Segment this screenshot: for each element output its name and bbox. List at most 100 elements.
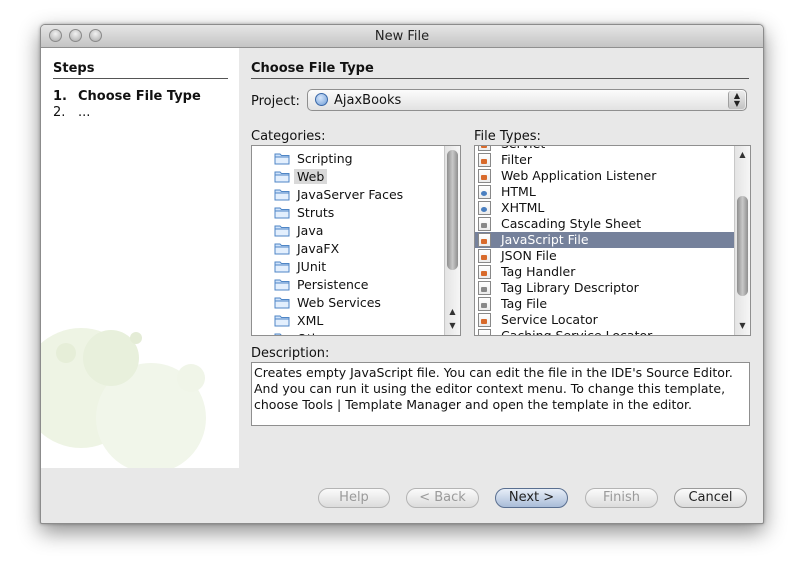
file-type-icon — [478, 249, 491, 263]
scroll-thumb[interactable] — [737, 196, 748, 296]
file-type-label: Tag Handler — [501, 264, 576, 279]
file-type-item[interactable]: JSON File — [475, 248, 734, 264]
file-type-label: Cascading Style Sheet — [501, 216, 642, 231]
file-types-scrollbar[interactable]: ▲ ▼ — [734, 146, 750, 335]
file-type-label: Service Locator — [501, 312, 598, 327]
file-type-item[interactable]: JavaScript File — [475, 232, 734, 248]
category-item[interactable]: JUnit — [252, 258, 444, 276]
folder-icon — [274, 333, 290, 335]
categories-list[interactable]: Scripting Web JavaServer Faces Struts Java Ja… — [251, 145, 461, 336]
file-type-item[interactable]: Filter — [475, 152, 734, 168]
step-number: 2. — [53, 105, 66, 120]
step-label: ... — [78, 105, 91, 120]
file-types-list[interactable]: ServletFilterWeb Application ListenerHTM… — [474, 145, 751, 336]
file-type-item[interactable]: Cascading Style Sheet — [475, 216, 734, 232]
step-1: 1. Choose File Type — [53, 89, 201, 104]
categories-label: Categories: — [251, 129, 326, 144]
file-type-item[interactable]: Caching Service Locator — [475, 328, 734, 336]
file-type-label: Caching Service Locator — [501, 328, 653, 336]
file-type-icon — [478, 265, 491, 279]
file-type-icon — [478, 329, 491, 335]
folder-icon — [274, 297, 290, 309]
category-item[interactable]: JavaServer Faces — [252, 186, 444, 204]
file-type-icon — [478, 297, 491, 311]
step-number: 1. — [53, 89, 67, 104]
category-label: JavaServer Faces — [297, 187, 404, 202]
file-type-label: Tag File — [501, 296, 548, 311]
folder-icon — [274, 153, 290, 165]
file-type-item[interactable]: Servlet — [475, 146, 734, 152]
category-item[interactable]: XML — [252, 312, 444, 330]
next-button[interactable]: Next > — [495, 488, 568, 508]
folder-icon — [274, 207, 290, 219]
folder-icon — [274, 189, 290, 201]
help-button[interactable]: Help — [318, 488, 390, 508]
file-type-label: JSON File — [501, 248, 557, 263]
step-2: 2.... — [53, 105, 90, 120]
category-label: Web Services — [297, 295, 381, 310]
category-item[interactable]: Persistence — [252, 276, 444, 294]
category-item[interactable]: Web — [252, 168, 444, 186]
file-type-icon — [478, 313, 491, 327]
category-item[interactable]: Other — [252, 330, 444, 335]
file-type-label: XHTML — [501, 200, 545, 215]
file-type-label: JavaScript File — [501, 232, 589, 247]
folder-icon — [274, 225, 290, 237]
category-item[interactable]: JavaFX — [252, 240, 444, 258]
category-item[interactable]: Scripting — [252, 150, 444, 168]
page-title: Choose File Type — [251, 61, 749, 79]
file-type-icon — [478, 233, 491, 247]
project-label: Project: — [251, 94, 300, 109]
file-type-item[interactable]: Web Application Listener — [475, 168, 734, 184]
file-type-label: Web Application Listener — [501, 168, 657, 183]
updown-arrows-icon[interactable]: ▲ ▼ — [728, 91, 745, 109]
step-label: Choose File Type — [78, 89, 201, 104]
file-type-icon — [478, 146, 491, 151]
file-type-item[interactable]: Tag Library Descriptor — [475, 280, 734, 296]
categories-scrollbar[interactable]: ▲ ▼ — [444, 146, 460, 335]
file-types-label: File Types: — [474, 129, 541, 144]
back-button[interactable]: < Back — [406, 488, 479, 508]
steps-panel: Steps 1. Choose File Type 2.... — [41, 48, 239, 468]
project-select[interactable]: AjaxBooks ▲ ▼ — [307, 89, 747, 111]
category-item[interactable]: Java — [252, 222, 444, 240]
project-value: AjaxBooks — [334, 93, 402, 108]
file-type-label: HTML — [501, 184, 536, 199]
finish-button[interactable]: Finish — [585, 488, 658, 508]
description-label: Description: — [251, 346, 330, 361]
new-file-dialog: New File Steps 1. Choose File Type 2.... … — [40, 24, 764, 524]
category-item[interactable]: Struts — [252, 204, 444, 222]
file-type-label: Servlet — [501, 146, 545, 151]
folder-icon — [274, 243, 290, 255]
category-label: Persistence — [297, 277, 369, 292]
decorative-swirl — [41, 328, 206, 468]
category-label: Scripting — [297, 151, 353, 166]
file-type-item[interactable]: HTML — [475, 184, 734, 200]
file-type-item[interactable]: XHTML — [475, 200, 734, 216]
globe-icon — [315, 93, 328, 106]
category-item[interactable]: Web Services — [252, 294, 444, 312]
category-label: Struts — [297, 205, 335, 220]
file-type-item[interactable]: Tag Handler — [475, 264, 734, 280]
folder-icon — [274, 171, 290, 183]
scroll-up-arrow-icon[interactable]: ▲ — [735, 148, 750, 162]
cancel-button[interactable]: Cancel — [674, 488, 747, 508]
folder-icon — [274, 315, 290, 327]
scroll-down-arrow-icon[interactable]: ▼ — [735, 319, 750, 333]
scroll-up-arrow-icon[interactable]: ▲ — [445, 305, 460, 319]
category-label: XML — [297, 313, 324, 328]
scroll-thumb[interactable] — [447, 150, 458, 270]
category-label: Web — [294, 169, 328, 184]
file-type-icon — [478, 217, 491, 231]
description-text: Creates empty JavaScript file. You can e… — [251, 362, 750, 426]
file-type-icon — [478, 169, 491, 183]
category-label: JUnit — [297, 259, 327, 274]
file-type-label: Tag Library Descriptor — [501, 280, 639, 295]
title-bar[interactable]: New File — [41, 25, 763, 48]
scroll-down-arrow-icon[interactable]: ▼ — [445, 319, 460, 333]
window-title: New File — [374, 29, 430, 44]
file-type-icon — [478, 185, 491, 199]
file-type-item[interactable]: Service Locator — [475, 312, 734, 328]
file-type-item[interactable]: Tag File — [475, 296, 734, 312]
steps-heading: Steps — [53, 61, 228, 79]
